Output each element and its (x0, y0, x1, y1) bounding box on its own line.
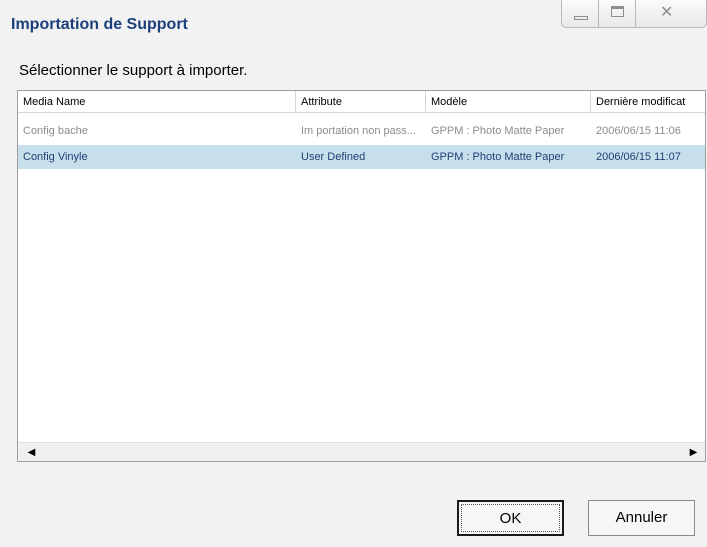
column-header-attribute[interactable]: Attribute (296, 91, 426, 113)
title-bar: Importation de Support ✕ (0, 0, 707, 44)
window-title: Importation de Support (11, 16, 188, 33)
list-header: Media Name Attribute Modèle Dernière mod… (18, 91, 705, 113)
horizontal-scrollbar[interactable]: ◀ ▶ (18, 442, 705, 461)
cell-modified: 2006/06/15 11:06 (596, 125, 681, 137)
column-header-media-name[interactable]: Media Name (18, 91, 296, 113)
column-header-model[interactable]: Modèle (426, 91, 591, 113)
cancel-button[interactable]: Annuler (588, 500, 695, 536)
media-list[interactable]: Media Name Attribute Modèle Dernière mod… (17, 90, 706, 462)
ok-button[interactable]: OK (457, 500, 564, 536)
cell-model: GPPM : Photo Matte Paper (431, 151, 565, 163)
minimize-button[interactable] (561, 0, 598, 28)
cell-model: GPPM : Photo Matte Paper (431, 125, 565, 137)
minimize-icon (574, 16, 588, 20)
cell-attribute: Im portation non pass... (301, 125, 416, 137)
list-row-selected[interactable]: Config Vinyle User Defined GPPM : Photo … (18, 145, 705, 169)
cell-media-name: Config bache (23, 125, 88, 137)
column-header-last-modified[interactable]: Dernière modificat (591, 91, 707, 113)
cell-attribute: User Defined (301, 151, 366, 163)
cell-media-name: Config Vinyle (23, 151, 88, 163)
scroll-left-icon[interactable]: ◀ (22, 443, 41, 462)
window-controls: ✕ (561, 0, 707, 28)
scroll-right-icon[interactable]: ▶ (684, 443, 703, 462)
cell-modified: 2006/06/15 11:07 (596, 151, 681, 163)
maximize-icon (611, 6, 624, 17)
instruction-label: Sélectionner le support à importer. (19, 62, 248, 79)
close-icon: ✕ (660, 2, 674, 21)
maximize-button[interactable] (598, 0, 635, 28)
close-button[interactable]: ✕ (635, 0, 707, 28)
scroll-track[interactable] (42, 444, 682, 460)
list-row[interactable]: Config bache Im portation non pass... GP… (18, 119, 705, 143)
